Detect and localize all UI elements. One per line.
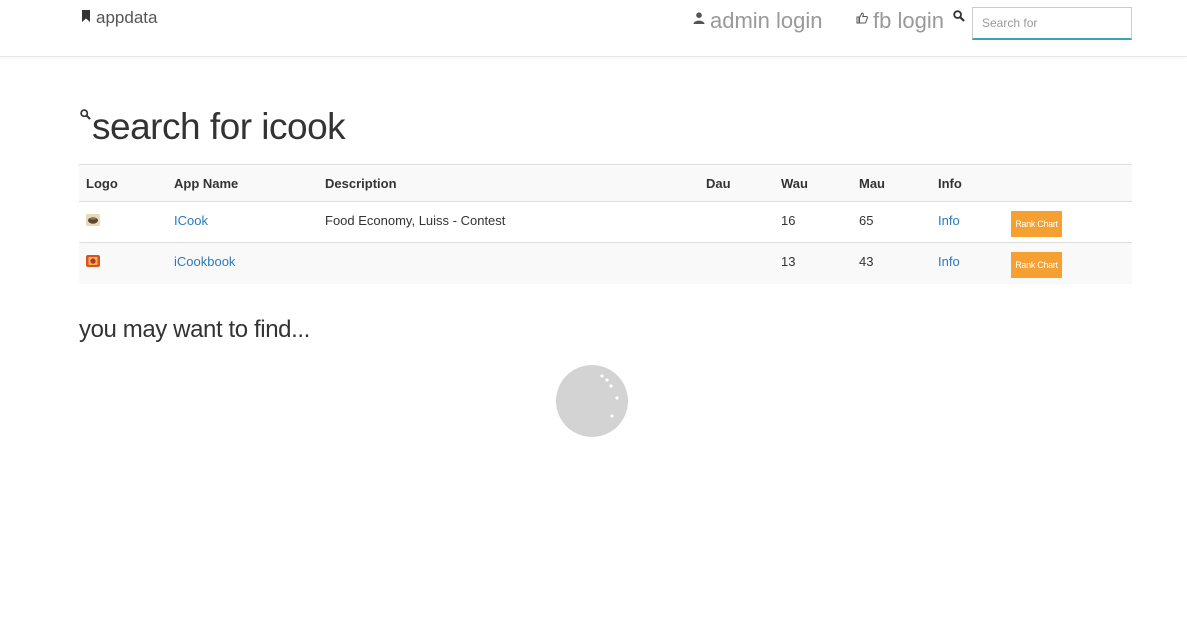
column-header-description: Description xyxy=(318,164,699,202)
description-cell xyxy=(318,242,699,284)
info-link[interactable]: Info xyxy=(938,213,960,228)
info-link[interactable]: Info xyxy=(938,254,960,269)
description-cell: Food Economy, Luiss - Contest xyxy=(318,201,699,243)
app-name-cell: iCookbook xyxy=(167,242,318,284)
app-name-link[interactable]: ICook xyxy=(174,213,208,228)
action-cell: Rank Chart xyxy=(1004,242,1132,284)
logo-cell xyxy=(79,201,167,243)
brand-label: appdata xyxy=(96,8,158,27)
column-header-app-name[interactable]: App Name xyxy=(167,164,318,202)
table-row: iCookbook 13 43 Info Rank Chart xyxy=(79,242,1132,284)
app-logo-icon[interactable] xyxy=(86,214,100,226)
column-header-mau[interactable]: Mau xyxy=(852,164,931,202)
mau-cell: 43 xyxy=(852,242,931,284)
table-row: ICook Food Economy, Luiss - Contest 16 6… xyxy=(79,201,1132,243)
thumbs-up-icon xyxy=(856,12,868,24)
table-header-row: Logo App Name Description Dau Wau Mau In… xyxy=(79,164,1132,202)
page-title-text: search for icook xyxy=(92,106,346,147)
loading-spinner-icon xyxy=(556,365,628,437)
info-cell: Info xyxy=(931,201,1004,243)
suggestions-heading: you may want to find... xyxy=(79,316,310,343)
bookmark-icon xyxy=(82,10,90,22)
admin-login-label: admin login xyxy=(710,8,823,33)
app-name-link[interactable]: iCookbook xyxy=(174,254,235,269)
search-input[interactable] xyxy=(972,7,1132,40)
brand-link[interactable]: appdata xyxy=(81,8,157,28)
app-logo-icon[interactable] xyxy=(86,255,100,267)
fb-login-label: fb login xyxy=(873,8,944,33)
logo-cell xyxy=(79,242,167,284)
column-header-info: Info xyxy=(931,164,1004,202)
navbar: appdata admin login fb login xyxy=(0,0,1187,57)
rank-chart-button[interactable]: Rank Chart xyxy=(1011,252,1062,278)
wau-cell: 13 xyxy=(774,242,852,284)
column-header-wau[interactable]: Wau xyxy=(774,164,852,202)
column-header-dau[interactable]: Dau xyxy=(699,164,774,202)
column-header-actions xyxy=(1004,164,1132,202)
info-cell: Info xyxy=(931,242,1004,284)
page-title: search for icook xyxy=(80,106,346,148)
dau-cell xyxy=(699,242,774,284)
mau-cell: 65 xyxy=(852,201,931,243)
search-icon xyxy=(80,109,91,120)
wau-cell: 16 xyxy=(774,201,852,243)
user-icon xyxy=(693,12,705,24)
column-header-logo: Logo xyxy=(79,164,167,202)
fb-login-link[interactable]: fb login xyxy=(856,8,944,34)
results-table: Logo App Name Description Dau Wau Mau In… xyxy=(79,164,1132,284)
dau-cell xyxy=(699,201,774,243)
admin-login-link[interactable]: admin login xyxy=(693,8,823,34)
search-icon xyxy=(953,10,965,22)
action-cell: Rank Chart xyxy=(1004,201,1132,243)
app-name-cell: ICook xyxy=(167,201,318,243)
rank-chart-button[interactable]: Rank Chart xyxy=(1011,211,1062,237)
